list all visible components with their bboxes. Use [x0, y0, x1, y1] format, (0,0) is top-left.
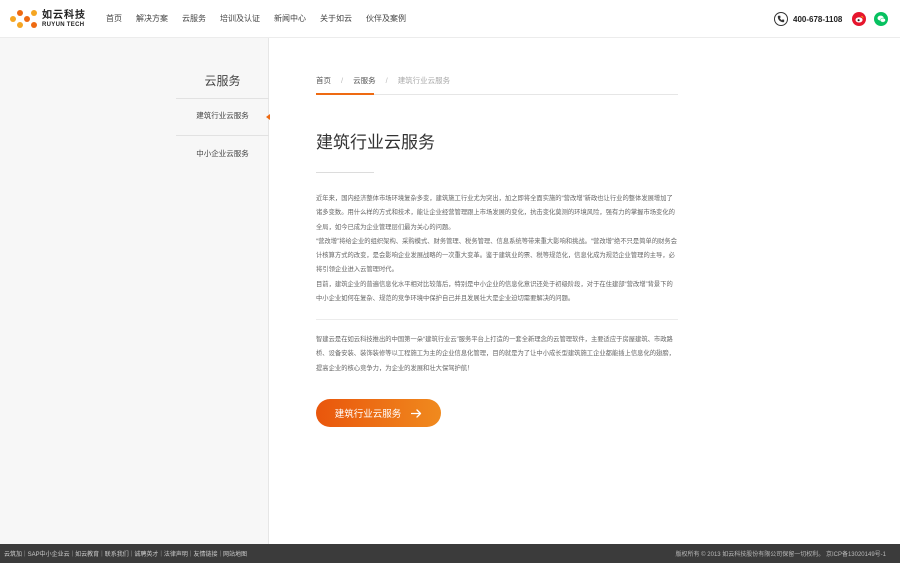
footer-link[interactable]: 网站地图: [223, 549, 247, 558]
nav-item-solutions[interactable]: 解决方案: [136, 0, 168, 38]
nav-item-cloud-services[interactable]: 云服务: [182, 0, 206, 38]
wechat-icon[interactable]: [874, 12, 888, 26]
phone-number: 400-678-1108: [793, 14, 843, 24]
breadcrumb-separator: /: [341, 75, 344, 85]
sidebar: 云服务 建筑行业云服务 中小企业云服务: [0, 38, 270, 544]
sidebar-item-sme-cloud[interactable]: 中小企业云服务: [176, 144, 269, 164]
nav-item-partners[interactable]: 伙伴及案例: [366, 0, 406, 38]
arrow-right-icon: [411, 408, 422, 418]
sidebar-divider: [176, 135, 269, 136]
site-footer: 云筑加 | SAP中小企业云 | 如云教育 | 联系我们 | 诚聘英才 | 法律声明 | 友…: [0, 544, 900, 563]
breadcrumb: 首页 / 云服务 / 建筑行业云服务: [316, 74, 450, 86]
paragraph: 近年来，国内经济整体市场环境复杂多变，建筑施工行业尤为突出，加之即将全面实施的“…: [316, 195, 675, 231]
copyright-text: 版权所有 © 2013 如云科技股份有限公司保留一切权利。 京ICP备13020…: [675, 552, 886, 558]
breadcrumb-current: 建筑行业云服务: [397, 75, 451, 85]
site-header: 如云科技 RUYUN TECH 首页 解决方案 云服务 培训及认证 新闻中心 关…: [0, 0, 900, 38]
construction-cloud-button[interactable]: 建筑行业云服务: [316, 399, 441, 427]
footer-link[interactable]: 云筑加: [4, 549, 22, 558]
nav-item-news[interactable]: 新闻中心: [274, 0, 306, 38]
footer-link[interactable]: 法律声明: [164, 549, 188, 558]
breadcrumb-home[interactable]: 首页: [316, 75, 331, 86]
weibo-icon[interactable]: [852, 12, 866, 26]
sidebar-item-construction-cloud[interactable]: 建筑行业云服务: [176, 106, 269, 126]
active-indicator-icon: [266, 114, 270, 120]
brand-name-en: RUYUN TECH: [42, 21, 85, 28]
footer-link[interactable]: 联系我们: [105, 549, 129, 558]
main-nav: 首页 解决方案 云服务 培训及认证 新闻中心 关于如云 伙伴及案例: [106, 0, 420, 38]
logo-mark-icon: [10, 10, 38, 28]
cta-label: 建筑行业云服务: [334, 409, 402, 420]
nav-item-home[interactable]: 首页: [106, 0, 122, 38]
brand-logo[interactable]: 如云科技 RUYUN TECH: [10, 9, 86, 29]
paragraph: “营改增”将给企业的组织架构、采购模式、财务管理、税务管理、信息系统等带来重大影…: [316, 237, 678, 274]
breadcrumb-separator: /: [385, 75, 388, 85]
footer-link[interactable]: 如云教育: [75, 549, 99, 558]
paragraph: 智建云是在如云科技推出的中国第一朵“建筑行业云”服务平台上打造的一套全新理念的云…: [316, 336, 675, 372]
sidebar-title: 云服务: [204, 74, 241, 88]
brand-name-cn: 如云科技: [42, 9, 86, 21]
phone-icon: [774, 12, 788, 26]
product-text: 智建云是在如云科技推出的中国第一朵“建筑行业云”服务平台上打造的一套全新理念的云…: [316, 333, 678, 376]
footer-link[interactable]: SAP中小企业云: [28, 549, 70, 558]
breadcrumb-cloud-services[interactable]: 云服务: [353, 75, 376, 86]
title-divider: [316, 172, 374, 173]
breadcrumb-active-underline: [316, 93, 374, 95]
paragraph: 目前，建筑企业的普遍信息化水平相对比较落后，特别是中小企业的信息化意识还处于初级…: [316, 280, 673, 303]
sidebar-divider: [176, 98, 269, 99]
footer-link[interactable]: 诚聘英才: [134, 549, 158, 558]
footer-link[interactable]: 友情链接: [193, 549, 217, 558]
page-title: 建筑行业云服务: [316, 133, 435, 152]
section-divider: [316, 319, 678, 320]
phone-contact: 400-678-1108: [774, 11, 842, 27]
nav-item-about[interactable]: 关于如云: [320, 0, 352, 38]
footer-links: 云筑加 | SAP中小企业云 | 如云教育 | 联系我们 | 诚聘英才 | 法律声明 | 友…: [4, 549, 248, 559]
nav-item-training[interactable]: 培训及认证: [220, 0, 260, 38]
intro-text: 近年来，国内经济整体市场环境复杂多变，建筑施工行业尤为突出，加之即将全面实施的“…: [316, 192, 678, 306]
